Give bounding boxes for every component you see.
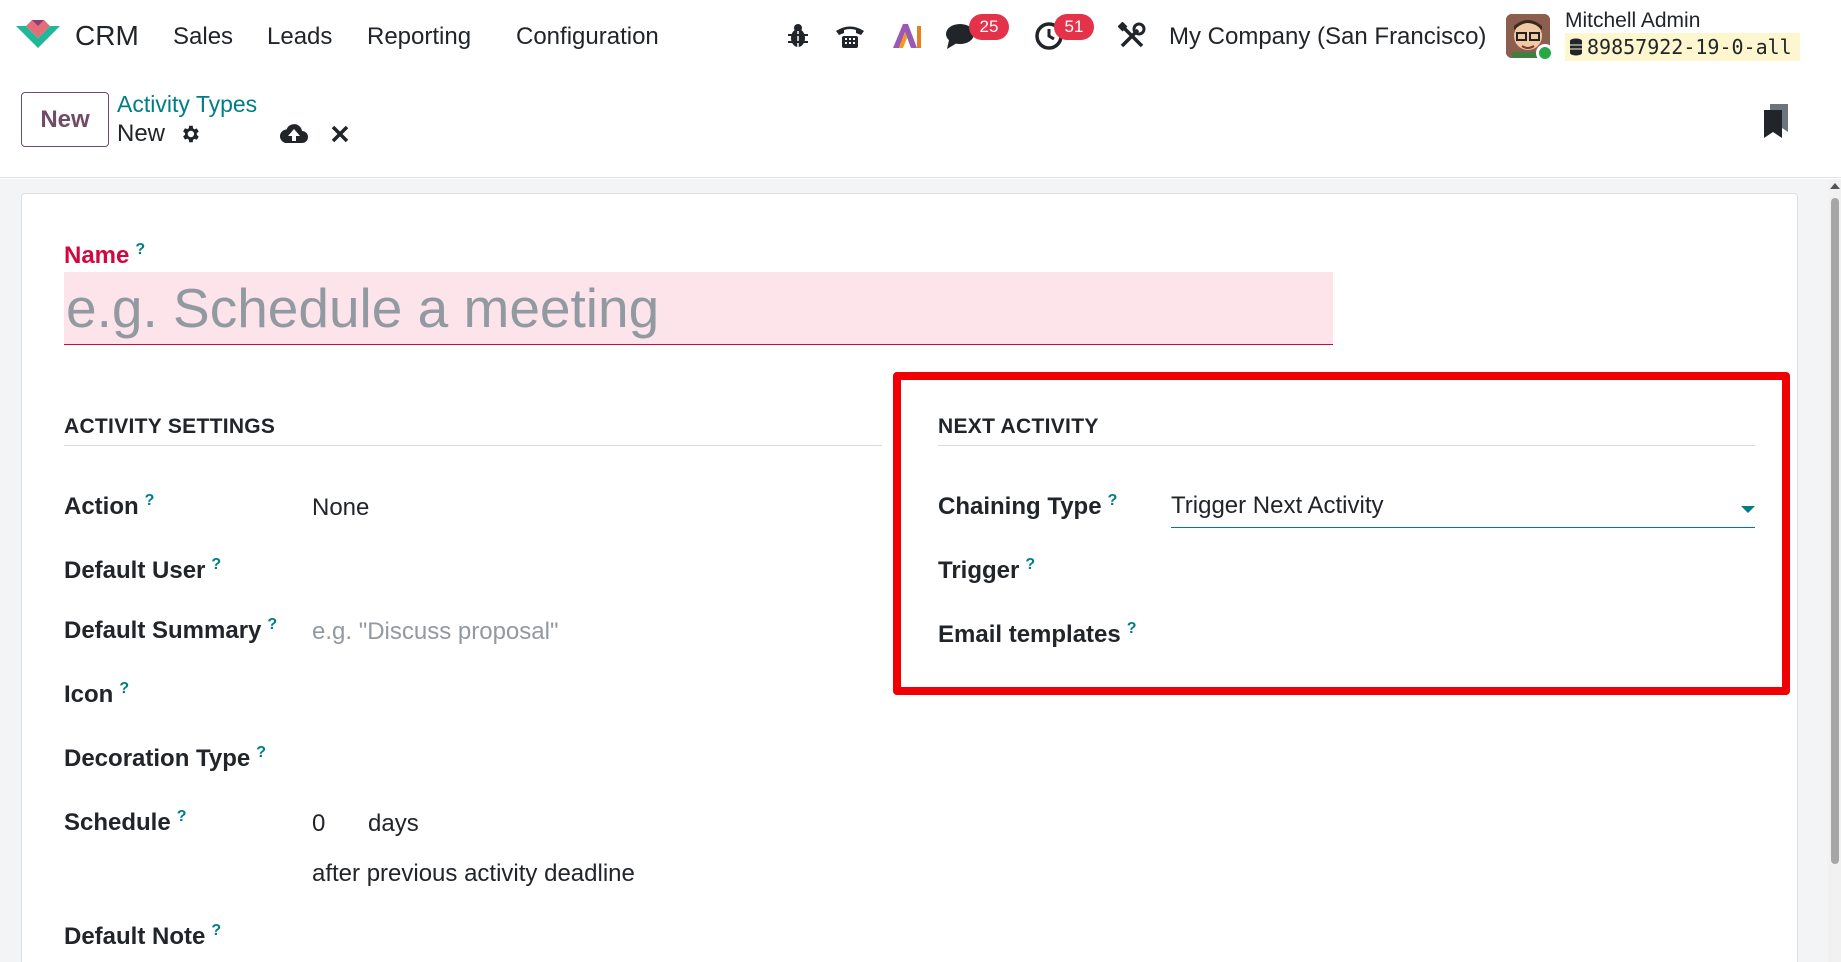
online-status-dot	[1536, 44, 1554, 62]
default-user-label: Default User?	[64, 556, 221, 585]
gear-icon[interactable]	[175, 119, 205, 149]
default-summary-label: Default Summary?	[64, 616, 277, 645]
chaining-type-value: Trigger Next Activity	[1171, 492, 1384, 519]
database-name: 89857922-19-0-all	[1587, 35, 1792, 59]
schedule-label: Schedule?	[64, 808, 186, 837]
database-chip: 89857922-19-0-all	[1565, 33, 1800, 61]
help-icon[interactable]: ?	[145, 492, 155, 509]
help-icon[interactable]: ?	[1025, 556, 1035, 573]
name-input[interactable]	[64, 272, 1333, 345]
menu-reporting[interactable]: Reporting	[367, 23, 471, 51]
crm-logo-icon[interactable]	[14, 18, 62, 54]
messages-count-badge: 25	[969, 14, 1009, 40]
schedule-from-select[interactable]: after previous activity deadline	[312, 860, 635, 888]
section-divider	[64, 445, 882, 446]
help-icon[interactable]: ?	[1127, 620, 1137, 637]
section-divider	[938, 445, 1755, 446]
database-icon	[1570, 38, 1582, 56]
icon-label: Icon?	[64, 680, 129, 709]
trigger-label-text: Trigger	[938, 557, 1020, 584]
phone-icon[interactable]	[833, 18, 867, 54]
tools-icon[interactable]	[1115, 18, 1149, 54]
action-label-text: Action	[64, 493, 139, 520]
save-cloud-icon[interactable]	[279, 119, 309, 149]
default-summary-input[interactable]: e.g. "Discuss proposal"	[312, 618, 558, 646]
top-navbar: CRM Sales Leads Reporting Configuration …	[0, 0, 1841, 74]
menu-configuration[interactable]: Configuration	[516, 23, 659, 51]
chaining-type-label: Chaining Type?	[938, 492, 1117, 521]
name-label-text: Name	[64, 242, 130, 269]
scroll-up-arrow[interactable]	[1830, 183, 1840, 189]
chaining-type-label-text: Chaining Type	[938, 493, 1102, 520]
default-note-label: Default Note?	[64, 922, 221, 951]
name-label: Name?	[64, 241, 145, 270]
menu-sales[interactable]: Sales	[173, 23, 233, 51]
icon-label-text: Icon	[64, 681, 114, 708]
schedule-unit-select[interactable]: days	[368, 810, 419, 838]
trigger-label: Trigger?	[938, 556, 1035, 585]
help-icon[interactable]: ?	[211, 556, 221, 573]
help-icon[interactable]: ?	[1108, 492, 1118, 509]
app-name[interactable]: CRM	[75, 20, 139, 52]
help-icon[interactable]: ?	[211, 922, 221, 939]
control-panel: New Activity Types New	[0, 74, 1841, 178]
schedule-label-text: Schedule	[64, 809, 171, 836]
user-name[interactable]: Mitchell Admin	[1565, 9, 1700, 33]
caret-down-icon	[1741, 506, 1755, 513]
help-icon[interactable]: ?	[177, 808, 187, 825]
next-activity-title: NEXT ACTIVITY	[938, 415, 1099, 438]
new-button[interactable]: New	[21, 92, 109, 147]
activity-settings-title: ACTIVITY SETTINGS	[64, 415, 276, 438]
breadcrumb-activity-types[interactable]: Activity Types	[117, 91, 257, 118]
schedule-delay-input[interactable]: 0	[312, 810, 325, 838]
discard-icon[interactable]	[325, 119, 355, 149]
action-label: Action?	[64, 492, 154, 521]
menu-leads[interactable]: Leads	[267, 23, 332, 51]
help-icon[interactable]: ?	[267, 616, 277, 633]
default-summary-label-text: Default Summary	[64, 617, 262, 644]
email-templates-label: Email templates?	[938, 620, 1137, 649]
activities-count-badge: 51	[1054, 14, 1094, 40]
default-user-label-text: Default User	[64, 557, 206, 584]
action-select[interactable]: None	[312, 494, 369, 522]
breadcrumb-current: New	[117, 120, 165, 148]
company-switcher[interactable]: My Company (San Francisco)	[1169, 23, 1486, 51]
help-icon[interactable]: ?	[119, 680, 129, 697]
help-icon[interactable]: ?	[135, 241, 145, 258]
default-note-label-text: Default Note	[64, 923, 206, 950]
decoration-type-label: Decoration Type?	[64, 744, 266, 773]
chaining-type-select[interactable]: Trigger Next Activity	[1171, 490, 1755, 528]
breadcrumb-current-label: New	[117, 120, 166, 147]
help-icon[interactable]: ?	[256, 744, 266, 761]
bookmark-icon[interactable]	[1764, 104, 1790, 138]
scroll-thumb[interactable]	[1831, 198, 1839, 864]
decoration-type-label-text: Decoration Type	[64, 745, 251, 772]
ai-icon[interactable]	[890, 18, 924, 54]
email-templates-label-text: Email templates	[938, 621, 1121, 648]
bug-icon[interactable]	[781, 18, 815, 54]
